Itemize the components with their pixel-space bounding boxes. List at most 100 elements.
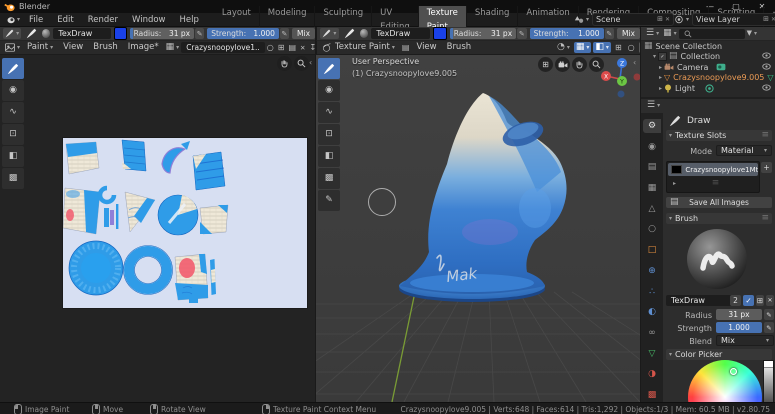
image-brush-menu[interactable]: Brush [88,41,123,54]
texture-canvas[interactable] [62,138,307,308]
viewport-tool-dropdown[interactable]: ▾ [320,28,339,39]
radius-slider[interactable]: Radius: 31 px [449,28,517,39]
blend-mode-button[interactable]: Mix [292,28,316,39]
tab-particles[interactable]: ∴ [643,285,661,299]
brush-panel-header[interactable]: ▾ Brush ≡ [666,213,772,224]
brush-user-count[interactable]: 2 [730,295,741,306]
delete-view-layer-icon[interactable]: ✕ [771,16,775,23]
eye-icon[interactable] [762,84,771,93]
camera-view-icon[interactable] [555,57,570,72]
pan-hand-icon[interactable] [572,57,587,72]
brush-color-swatch[interactable] [113,27,127,40]
value-slider[interactable] [763,360,774,402]
shading-wireframe-button[interactable]: ○ [626,43,637,52]
image-editor-type-icon[interactable]: ▾ [3,43,22,52]
camera-expand-icon[interactable]: ▸ [659,64,662,71]
collection-checkbox[interactable]: ✓ [658,52,668,62]
blender-menu-icon[interactable]: ▾ [3,15,22,24]
blend-mode-button[interactable]: Mix [616,28,640,39]
image-unlink-icon[interactable]: ○ [265,43,276,52]
strength-animate-icon[interactable]: ✎ [604,28,614,39]
tab-render[interactable]: ◉ [643,140,661,154]
eye-icon[interactable] [762,63,771,72]
add-texture-slot-button[interactable]: + [761,162,772,173]
brush-name-field[interactable]: TexDraw [371,28,431,39]
ortho-grid-icon[interactable]: ⊞ [538,57,553,72]
color-wheel-cursor[interactable] [730,368,737,375]
falloff-dropdown[interactable]: ◔ ▾ [555,43,572,52]
brush-preview-sphere-icon[interactable] [42,29,51,38]
divider-left[interactable] [315,27,316,402]
menu-edit[interactable]: Edit [50,13,80,27]
save-all-images-button[interactable]: ▤ Save All Images [666,197,772,208]
tool-clone-button[interactable]: ⊡ [2,124,24,145]
outliner-filter-funnel-icon[interactable]: ▼ ▾ [745,30,759,38]
brush-name-field[interactable]: TexDraw [666,295,734,306]
tool-fill-button[interactable]: ◧ [2,146,24,167]
mode-data-icon[interactable]: ▤ [400,43,412,52]
strength-animate-icon[interactable]: ✎ [279,28,290,39]
color-wheel[interactable] [688,360,762,402]
tool-draw-button[interactable] [318,58,340,79]
properties-editor-type-icon[interactable]: ☰ ▾ [645,101,662,110]
tab-texture[interactable]: ▩ [643,388,661,402]
outliner-row-mesh[interactable]: ▸ ▽ Crazysnoopylove9.005 ▽ [641,73,775,84]
radius-slider[interactable]: Radius: 31 px [129,28,195,39]
texture-slots-panel-header[interactable]: ▾ Texture Slots ≡ [666,130,772,141]
image-pan-hand-icon[interactable] [277,56,292,71]
collection-expand-icon[interactable]: ▾ [653,53,656,60]
duplicate-brush-icon[interactable]: ⊞ [756,295,764,306]
tool-fill-button[interactable]: ◧ [318,146,340,167]
new-scene-icon[interactable]: ⊞ [657,16,663,23]
outliner-row-collection[interactable]: ▾ ✓ ▤ Collection [641,52,775,63]
image-close-icon[interactable]: ✕ [298,44,307,52]
mesh-expand-icon[interactable]: ▸ [659,74,662,81]
divider-right[interactable] [640,27,641,402]
strength-slider[interactable]: Strength: 1.000 [207,28,279,39]
eye-icon[interactable] [762,52,771,61]
tab-object[interactable]: □ [643,243,661,257]
tool-clone-button[interactable]: ⊡ [318,124,340,145]
outliner-search-input[interactable] [678,28,745,39]
blend-dropdown[interactable]: Mix ▾ [716,335,774,346]
strength-slider[interactable]: 1.000 [716,322,762,333]
radius-animate-icon[interactable]: ✎ [764,309,774,320]
image-view-menu[interactable]: View [58,41,88,54]
tab-object-data[interactable]: ▽ [643,347,661,361]
tool-soften-button[interactable]: ◉ [318,80,340,101]
mode-dropdown[interactable]: Material ▾ [716,145,772,156]
image-zoom-icon[interactable] [294,56,309,71]
menu-help[interactable]: Help [173,13,206,27]
outliner-row-light[interactable]: ▸ Light [641,83,775,94]
xray-toggle-icon[interactable]: ⊞ [613,43,624,52]
viewport-view-menu[interactable]: View [411,41,441,54]
scene-name-field[interactable]: Scene ⊞ ✕ [592,13,674,26]
view-layer-icon[interactable]: ▾ [672,15,691,24]
outliner-display-mode-dropdown[interactable]: ☰ ▾ [644,29,661,38]
tab-output[interactable]: ▤ [643,160,661,174]
unlink-brush-icon[interactable]: ✕ [766,295,774,306]
light-expand-icon[interactable]: ▸ [659,85,662,92]
tool-soften-button[interactable]: ◉ [2,80,24,101]
radius-animate-icon[interactable]: ✎ [195,28,205,39]
image-mode-dropdown[interactable]: Paint ▾ [22,41,58,54]
radius-slider[interactable]: 31 px [716,309,762,320]
tab-material[interactable]: ◑ [643,368,661,382]
texture-mask-dropdown[interactable]: ▦ ▾ [573,42,592,53]
view-layer-field[interactable]: View Layer ⊞ ✕ [692,13,775,26]
color-picker-panel-header[interactable]: ▾ Color Picker [666,349,772,360]
tab-tool[interactable]: ⚙ [643,119,661,133]
tab-modifiers[interactable]: ⊕ [643,264,661,278]
slot-expand-icon[interactable]: ▸ [673,180,676,187]
brush-preview[interactable] [685,227,749,291]
brush-preview-sphere-icon[interactable] [359,29,369,38]
radius-animate-icon[interactable]: ✎ [517,28,527,39]
delete-scene-icon[interactable]: ✕ [665,16,670,23]
outliner-row-scene-collection[interactable]: ▦ Scene Collection [641,41,775,52]
outliner-filter-id-dropdown[interactable]: ▦ ▾ [661,29,679,38]
menu-window[interactable]: Window [125,13,173,27]
menu-file[interactable]: File [22,13,50,27]
value-slider-handle[interactable] [764,361,773,368]
tool-mask-button[interactable]: ▩ [2,168,24,189]
brush-name-field[interactable]: TexDraw [53,28,111,39]
